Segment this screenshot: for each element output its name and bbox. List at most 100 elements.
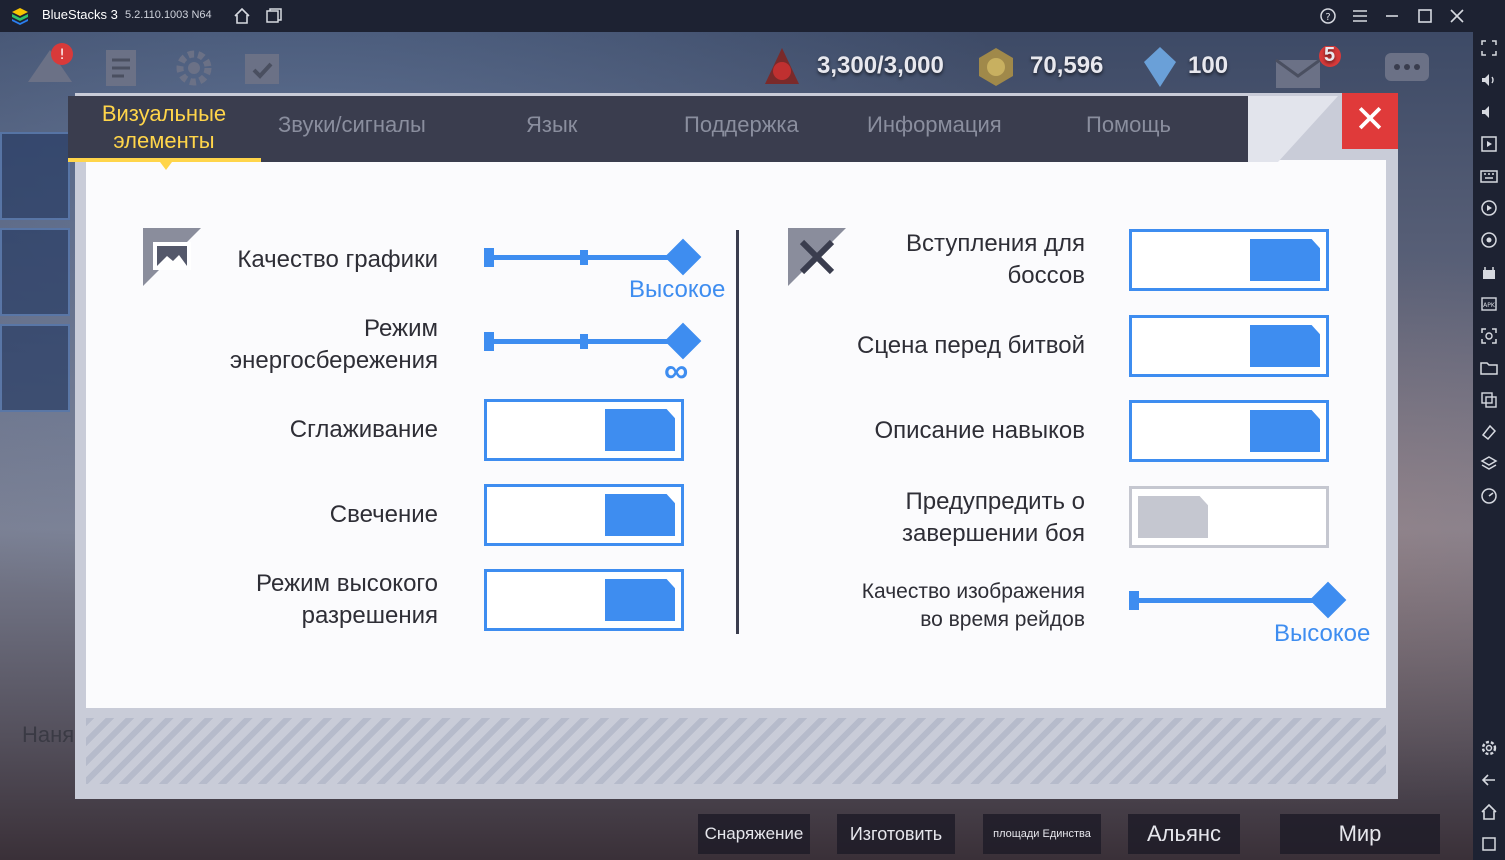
install-apk-icon[interactable] <box>1479 262 1499 282</box>
apk-icon[interactable]: APK <box>1479 294 1499 314</box>
mail-badge: 5 <box>1324 44 1336 66</box>
notification-bell-icon[interactable]: ! <box>22 42 78 90</box>
graphics-quality-label: Качество графики <box>237 246 438 273</box>
svg-text:APK: APK <box>1483 302 1496 309</box>
image-icon <box>143 228 201 286</box>
toggle-knob <box>1138 496 1208 538</box>
maximize-icon[interactable] <box>1415 6 1435 26</box>
column-divider <box>736 230 739 634</box>
raid-image-quality-label: Качество изображения во время рейдов <box>861 580 1085 631</box>
window-version: 5.2.110.1003 N64 <box>125 9 212 21</box>
skill-description-label: Описание навыков <box>874 417 1085 444</box>
graphics-quality-value: Высокое <box>629 276 726 303</box>
bluestacks-sidebar: APK <box>1473 32 1505 860</box>
tab-active-pointer <box>160 162 172 170</box>
tab-equipment[interactable]: Снаряжение <box>698 814 810 854</box>
tab-information[interactable]: Информация <box>867 112 1002 138</box>
tab-visual-elements[interactable]: Визуальные элементы <box>88 100 240 154</box>
android-home-icon[interactable] <box>1479 802 1499 822</box>
screenshot-icon[interactable] <box>1479 326 1499 346</box>
tab-corner-decoration <box>1248 96 1338 162</box>
tab-unity-square[interactable]: площади Единства <box>983 814 1101 854</box>
game-settings-icon[interactable] <box>172 46 216 90</box>
close-dialog-button[interactable]: ✕ <box>1342 93 1398 149</box>
toggle-knob <box>605 579 675 621</box>
macro-icon[interactable] <box>1479 198 1499 218</box>
window-titlebar: BlueStacks 3 5.2.110.1003 N64 ? <box>0 0 1505 32</box>
window-title: BlueStacks 3 <box>42 7 118 22</box>
high-res-toggle[interactable] <box>484 569 684 631</box>
raid-image-quality-slider[interactable] <box>1129 581 1349 619</box>
glow-toggle[interactable] <box>484 484 684 546</box>
pre-battle-scene-toggle[interactable] <box>1129 315 1329 377</box>
back-icon[interactable] <box>1479 770 1499 790</box>
bluestacks-logo-icon <box>12 8 28 25</box>
tab-support[interactable]: Поддержка <box>684 112 799 138</box>
minimize-icon[interactable] <box>1382 6 1402 26</box>
raid-image-quality-value: Высокое <box>1274 620 1371 647</box>
slider-thumb <box>664 238 702 276</box>
calendar-icon[interactable] <box>240 46 284 90</box>
toggle-knob <box>1250 410 1320 452</box>
folder-icon[interactable] <box>1479 358 1499 378</box>
volume-up-icon[interactable] <box>1479 70 1499 90</box>
home-icon[interactable] <box>232 6 252 26</box>
gold-counter: 70,596 <box>1030 52 1104 79</box>
toggle-knob <box>605 409 675 451</box>
recent-apps-icon[interactable] <box>1479 834 1499 854</box>
volume-down-icon[interactable] <box>1479 102 1499 122</box>
glow-label: Свечение <box>329 501 438 528</box>
quest-log-icon[interactable] <box>100 46 144 90</box>
multi-instance-icon[interactable] <box>264 6 284 26</box>
hero-card[interactable] <box>0 132 70 220</box>
copy-icon[interactable] <box>1479 390 1499 410</box>
power-saving-value: ∞ <box>664 352 689 390</box>
close-window-icon[interactable] <box>1447 6 1467 26</box>
crossed-swords-icon <box>788 228 846 286</box>
gem-counter: 100 <box>1188 52 1229 79</box>
fullscreen-icon[interactable] <box>1479 38 1499 58</box>
hero-card[interactable] <box>0 324 70 412</box>
antialiasing-label: Сглаживание <box>289 416 438 443</box>
chat-icon[interactable] <box>1382 50 1432 90</box>
energy-counter: 3,300/3,000 <box>817 52 944 79</box>
boss-intros-toggle[interactable] <box>1129 229 1329 291</box>
settings-footer-stripes <box>86 718 1386 784</box>
graphics-quality-slider[interactable] <box>484 238 704 276</box>
boss-intros-label: Вступления для боссов <box>906 230 1085 289</box>
help-icon[interactable]: ? <box>1318 6 1338 26</box>
svg-text:!: ! <box>59 47 65 63</box>
settings-tabbar <box>68 96 1248 162</box>
gem-icon <box>1144 47 1176 87</box>
sync-icon[interactable] <box>1479 230 1499 250</box>
energy-icon <box>765 48 799 84</box>
pre-battle-scene-label: Сцена перед битвой <box>857 332 1085 359</box>
tab-help[interactable]: Помощь <box>1086 112 1171 138</box>
gold-coin-icon <box>979 48 1013 86</box>
hire-label: Наня <box>22 722 75 747</box>
eraser-icon[interactable] <box>1479 422 1499 442</box>
screen-record-icon[interactable] <box>1479 134 1499 154</box>
tab-craft[interactable]: Изготовить <box>837 814 955 854</box>
antialiasing-toggle[interactable] <box>484 399 684 461</box>
speed-icon[interactable] <box>1479 486 1499 506</box>
battle-end-warning-toggle[interactable] <box>1129 486 1329 548</box>
tab-language[interactable]: Язык <box>526 112 577 138</box>
high-res-label: Режим высокого разрешения <box>256 570 438 629</box>
svg-text:?: ? <box>1325 12 1330 23</box>
slider-thumb <box>1309 581 1347 619</box>
menu-icon[interactable] <box>1350 6 1370 26</box>
toggle-knob <box>1250 239 1320 281</box>
layers-icon[interactable] <box>1479 454 1499 474</box>
keyboard-icon[interactable] <box>1479 166 1499 186</box>
hero-card[interactable] <box>0 228 70 316</box>
toggle-knob <box>605 494 675 536</box>
tab-alliance[interactable]: Альянс <box>1128 814 1240 854</box>
tab-world[interactable]: Мир <box>1280 814 1440 854</box>
skill-description-toggle[interactable] <box>1129 400 1329 462</box>
settings-icon[interactable] <box>1479 738 1499 758</box>
toggle-knob <box>1250 325 1320 367</box>
battle-end-warning-label: Предупредить о завершении боя <box>902 488 1085 547</box>
power-saving-label: Режим энергосбережения <box>229 315 438 374</box>
tab-sounds[interactable]: Звуки/сигналы <box>278 112 426 138</box>
